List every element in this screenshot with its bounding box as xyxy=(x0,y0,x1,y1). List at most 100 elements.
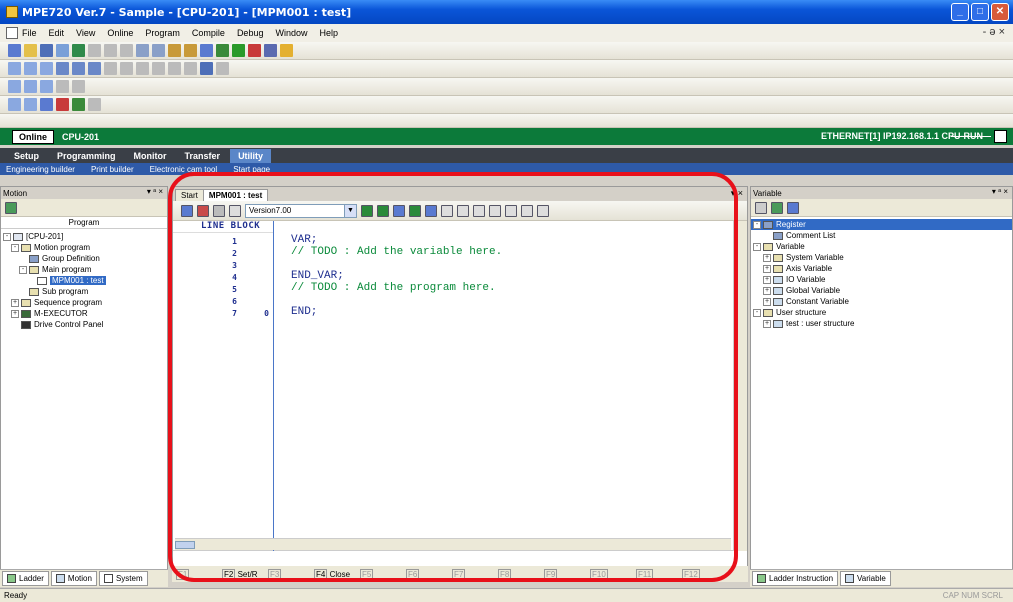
collapse-icon[interactable]: - xyxy=(753,308,761,317)
jump-icon[interactable] xyxy=(489,204,501,217)
menu-compile[interactable]: Compile xyxy=(192,28,225,38)
tab-system[interactable]: System xyxy=(98,571,148,586)
properties-icon[interactable] xyxy=(5,201,17,214)
collapse-icon[interactable]: - xyxy=(753,242,761,251)
compare-icon[interactable] xyxy=(136,62,149,75)
tab-setup[interactable]: Setup xyxy=(6,149,47,163)
menu-view[interactable]: View xyxy=(76,28,95,38)
vertical-scrollbar[interactable] xyxy=(733,221,747,551)
menu-program[interactable]: Program xyxy=(145,28,180,38)
goto-icon[interactable] xyxy=(88,98,101,111)
find-icon[interactable] xyxy=(168,44,181,57)
collapse-icon[interactable]: - xyxy=(11,243,19,252)
electronic-cam-tool-link[interactable]: Electronic cam tool xyxy=(150,165,218,174)
grid3-icon[interactable] xyxy=(473,204,485,217)
code-line[interactable]: // TODO : Add the variable here. xyxy=(291,246,502,258)
expand-icon[interactable]: + xyxy=(763,319,771,328)
comment-icon[interactable] xyxy=(104,62,117,75)
tree-item-drive-control-panel[interactable]: Drive Control Panel xyxy=(1,319,167,330)
tree-item-register[interactable]: - Register xyxy=(751,219,1012,230)
copy-icon[interactable] xyxy=(104,44,117,57)
cut-icon[interactable] xyxy=(88,44,101,57)
tree-item-axis-variable[interactable]: + Axis Variable xyxy=(751,263,1012,274)
watch-icon[interactable] xyxy=(8,80,21,93)
tab-start[interactable]: Start xyxy=(175,189,204,201)
tree-item-system-variable[interactable]: + System Variable xyxy=(751,252,1012,263)
tab-variable[interactable]: Variable xyxy=(840,571,891,586)
tab-mpm001[interactable]: MPM001 : test xyxy=(202,189,269,201)
step-in-icon[interactable] xyxy=(409,204,421,217)
print-icon[interactable] xyxy=(56,44,69,57)
code-line[interactable]: // TODO : Add the program here. xyxy=(291,282,496,294)
panel-pin-controls[interactable]: ▾ ᵃ × xyxy=(147,187,163,196)
split-icon[interactable] xyxy=(537,204,549,217)
tab-programming[interactable]: Programming xyxy=(49,149,124,163)
paste-icon[interactable] xyxy=(120,44,133,57)
tree-item-mpm001[interactable]: MPM001 : test xyxy=(1,275,167,286)
close-icon[interactable]: ▾ × xyxy=(731,188,743,199)
open-icon[interactable] xyxy=(24,44,37,57)
tree-item-comment-list[interactable]: Comment List xyxy=(751,230,1012,241)
move-icon[interactable] xyxy=(168,62,181,75)
indent-icon[interactable] xyxy=(8,98,21,111)
contact-icon[interactable] xyxy=(8,62,21,75)
menu-window[interactable]: Window xyxy=(275,28,307,38)
expand-icon[interactable]: + xyxy=(763,286,771,295)
maximize-button[interactable]: □ xyxy=(971,3,989,21)
minimize-button[interactable]: _ xyxy=(951,3,969,21)
category-icon[interactable] xyxy=(771,201,783,214)
tree-item-sequence-program[interactable]: + Sequence program xyxy=(1,297,167,308)
tree-item-sub-program[interactable]: Sub program xyxy=(1,286,167,297)
tab-ladder[interactable]: Ladder xyxy=(2,571,49,586)
grid-icon[interactable] xyxy=(441,204,453,217)
mdi-controls[interactable]: - ə × xyxy=(983,26,1005,38)
document-icon[interactable] xyxy=(6,27,18,39)
undo-icon[interactable] xyxy=(136,44,149,57)
jump-end-icon[interactable] xyxy=(505,204,517,217)
sort-icon[interactable] xyxy=(787,201,799,214)
panel-pin-controls[interactable]: ▾ ᵃ × xyxy=(992,187,1008,196)
debug-icon[interactable] xyxy=(264,44,277,57)
monitor-icon[interactable] xyxy=(197,204,209,217)
delete-row-icon[interactable] xyxy=(72,62,85,75)
menu-edit[interactable]: Edit xyxy=(49,28,65,38)
new-icon[interactable] xyxy=(8,44,21,57)
version-select[interactable]: Version7.00 ▼ xyxy=(245,203,357,218)
tree-item-variable[interactable]: - Variable xyxy=(751,241,1012,252)
insert-row-icon[interactable] xyxy=(56,62,69,75)
branch-icon[interactable] xyxy=(40,62,53,75)
bookmark-icon[interactable] xyxy=(72,98,85,111)
tree-item-constant-variable[interactable]: + Constant Variable xyxy=(751,296,1012,307)
help-icon[interactable] xyxy=(280,44,293,57)
refresh-icon[interactable] xyxy=(213,204,225,217)
tab-motion[interactable]: Motion xyxy=(50,571,97,586)
menu-help[interactable]: Help xyxy=(319,28,338,38)
comment-out-icon[interactable] xyxy=(40,98,53,111)
outdent-icon[interactable] xyxy=(24,98,37,111)
code-line[interactable]: END; xyxy=(291,306,317,318)
collapse-icon[interactable]: - xyxy=(3,232,11,241)
fkey-f4[interactable]: F4 Close xyxy=(314,568,354,580)
expand-icon[interactable]: + xyxy=(763,253,771,262)
math-icon[interactable] xyxy=(152,62,165,75)
collapse-icon[interactable]: - xyxy=(19,265,27,274)
online-icon[interactable] xyxy=(216,44,229,57)
fkey-f2[interactable]: F2 Set/R xyxy=(222,568,262,580)
tab-monitor[interactable]: Monitor xyxy=(126,149,175,163)
window-icon[interactable] xyxy=(521,204,533,217)
list-icon[interactable] xyxy=(229,204,241,217)
check-icon[interactable] xyxy=(377,204,389,217)
step-icon[interactable] xyxy=(56,80,69,93)
reset-icon[interactable] xyxy=(72,80,85,93)
run-icon[interactable] xyxy=(232,44,245,57)
logic-icon[interactable] xyxy=(184,62,197,75)
coil-icon[interactable] xyxy=(24,62,37,75)
menu-online[interactable]: Online xyxy=(107,28,133,38)
tab-utility[interactable]: Utility xyxy=(230,149,272,163)
table-icon[interactable] xyxy=(181,204,193,217)
scroll-thumb[interactable] xyxy=(175,541,195,549)
grid-view-icon[interactable] xyxy=(755,201,767,214)
engineering-builder-link[interactable]: Engineering builder xyxy=(6,165,75,174)
compile-green-icon[interactable] xyxy=(361,204,373,217)
tab-transfer[interactable]: Transfer xyxy=(177,149,229,163)
